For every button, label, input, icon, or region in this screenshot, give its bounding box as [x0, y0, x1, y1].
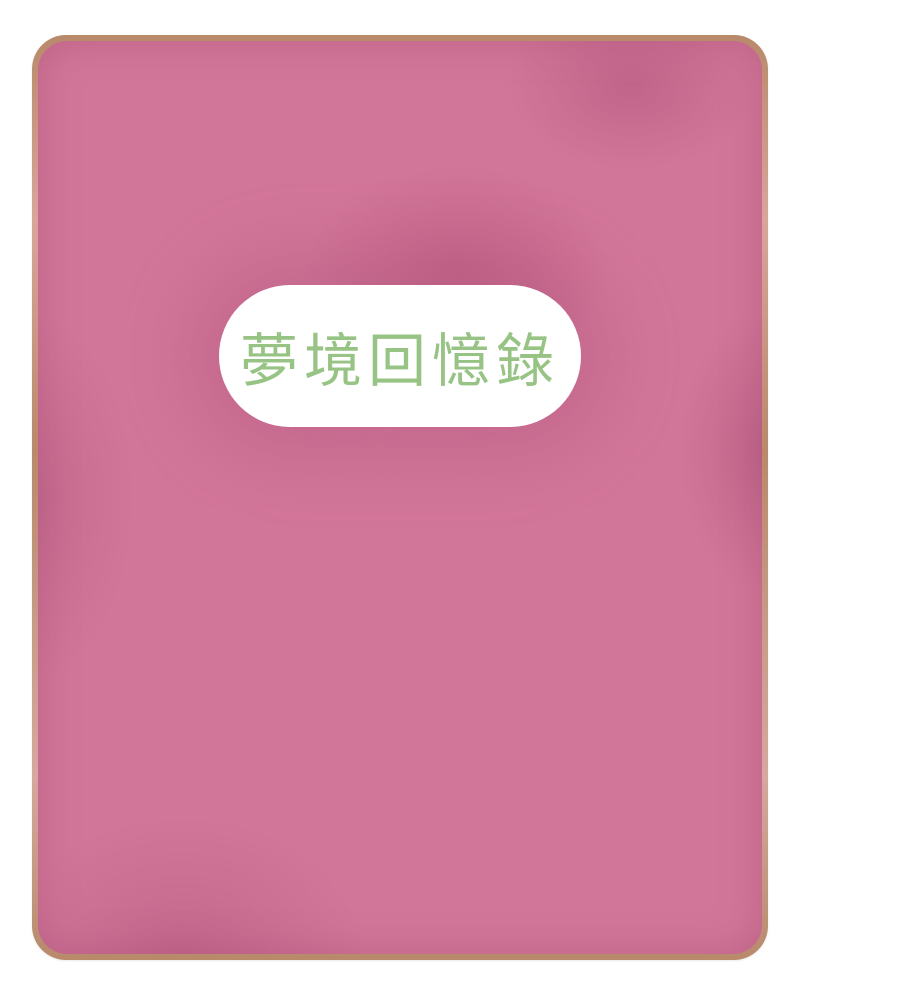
book-cover: 夢境回憶錄 — [38, 41, 762, 954]
book-title: 夢境回憶錄 — [239, 327, 560, 395]
title-plate: 夢境回憶錄 — [219, 285, 581, 427]
page: 夢境回憶錄 — [0, 0, 900, 985]
cover-vignette — [38, 41, 762, 954]
book-frame: 夢境回憶錄 — [32, 35, 768, 960]
